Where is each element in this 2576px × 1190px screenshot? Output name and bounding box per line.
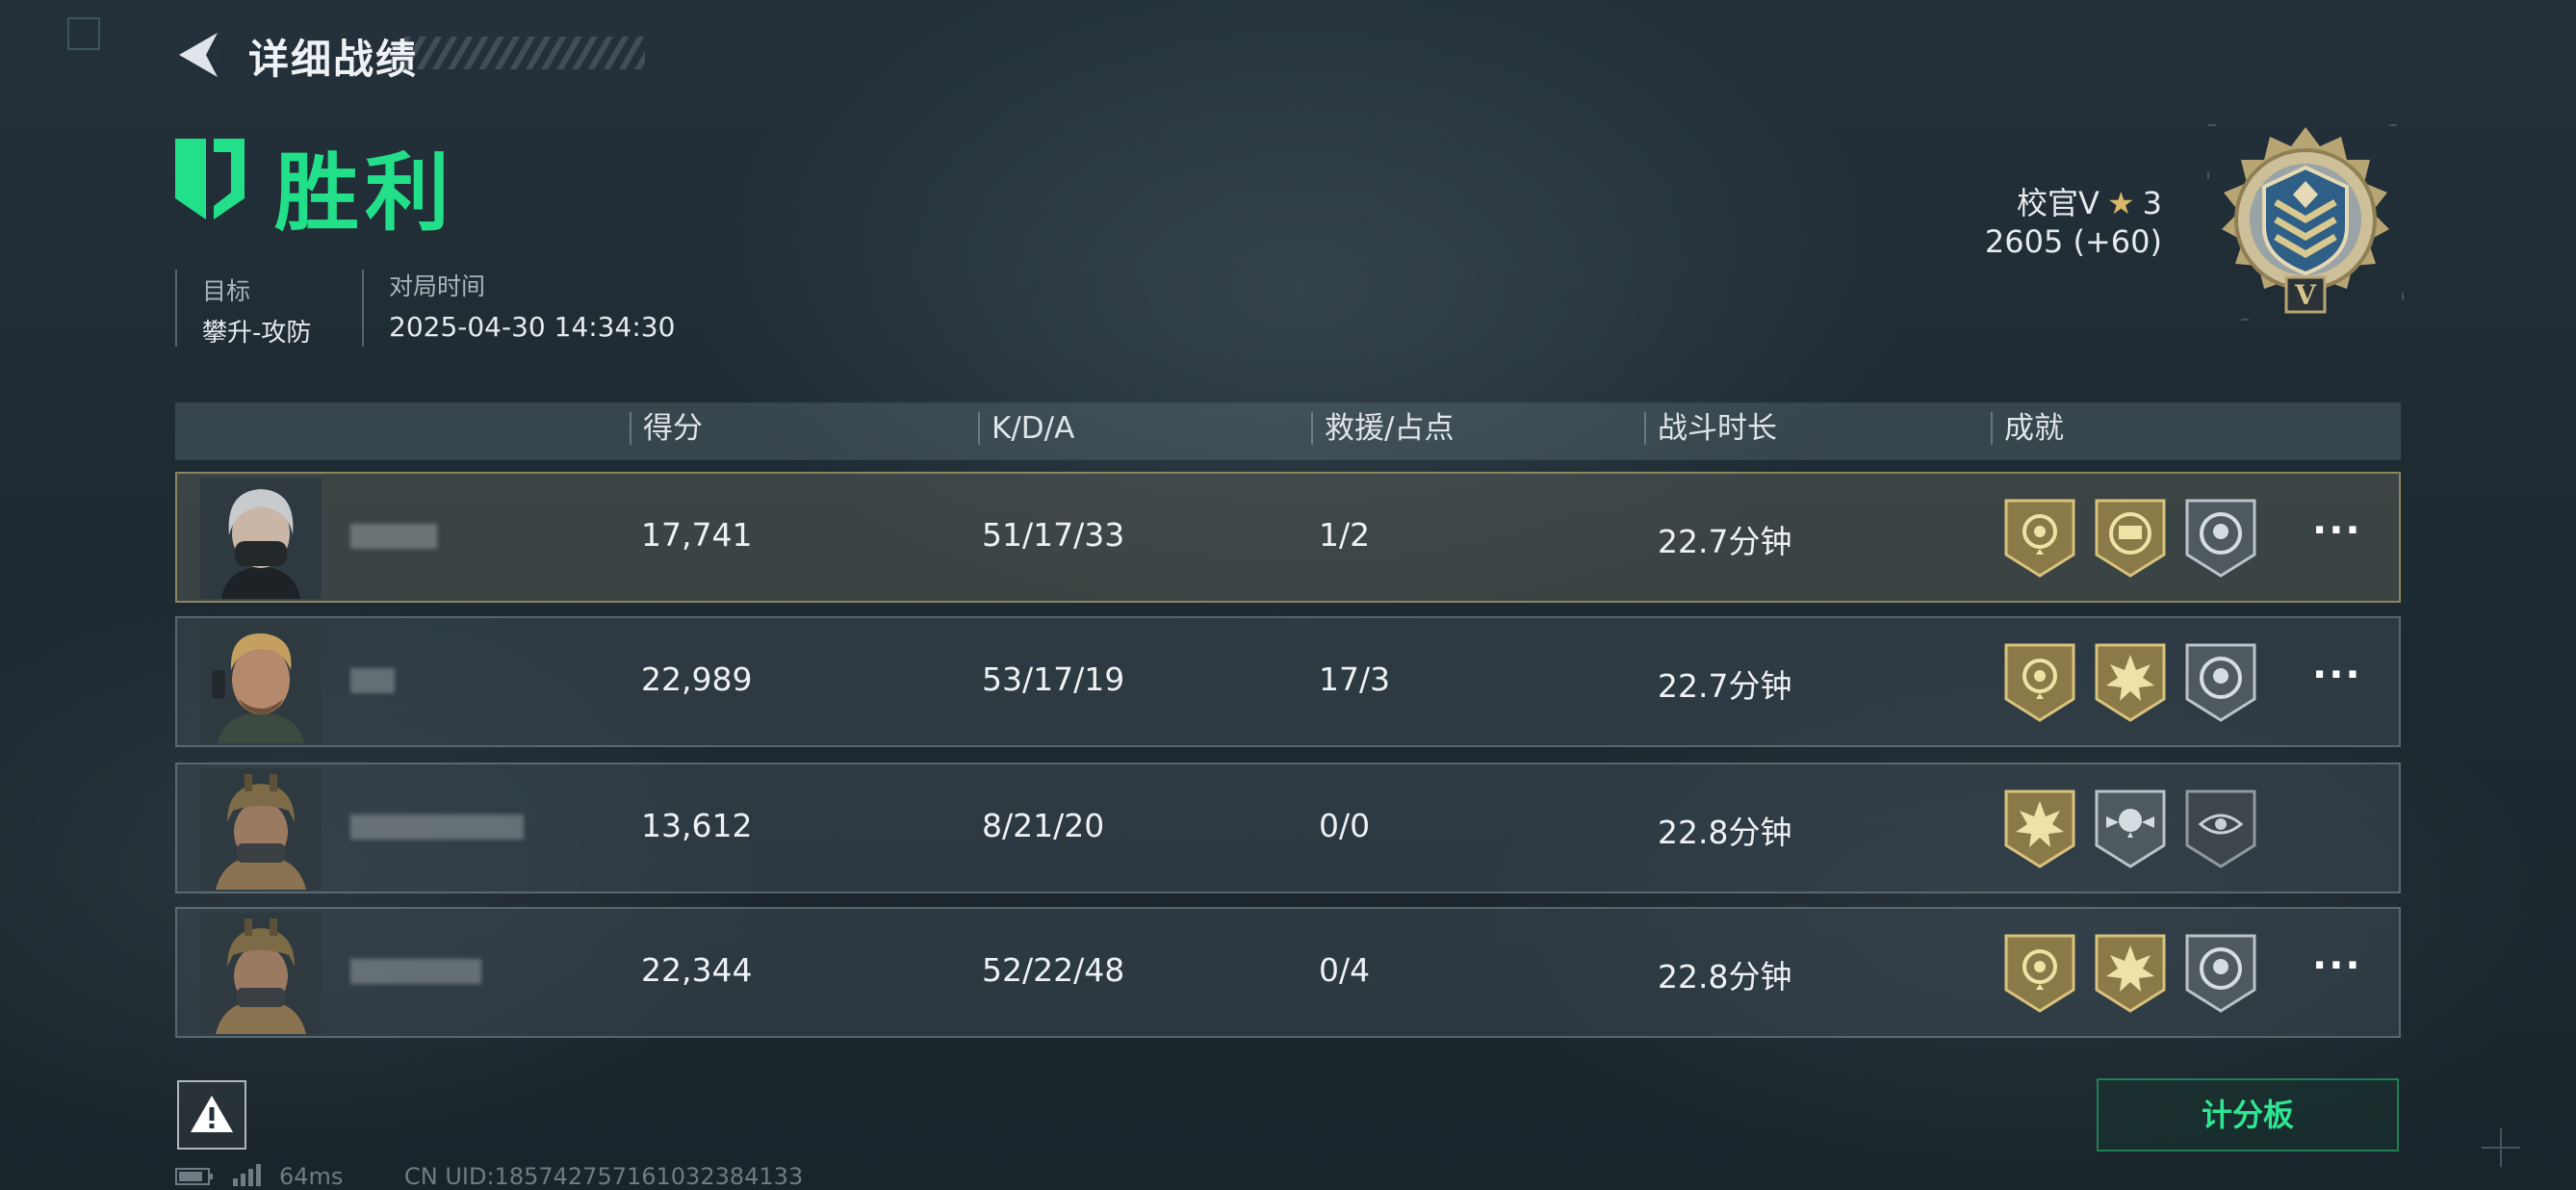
avatar[interactable] [200,768,322,890]
player-name-redacted [350,524,437,549]
column-header-score: 得分 [630,412,703,445]
scoreboard-button[interactable]: 计分板 [2097,1078,2399,1151]
rose-medal-icon[interactable] [2002,932,2077,1015]
rescue-value: 17/3 [1319,660,1391,698]
avatar[interactable] [200,622,322,743]
kda-value: 52/22/48 [982,951,1125,989]
meta-divider [362,270,364,347]
rescue-value: 0/0 [1319,807,1371,844]
table-row[interactable]: 17,741 51/17/33 1/2 22.7分钟 ··· [175,472,2401,603]
more-options-icon[interactable]: ··· [2312,508,2362,553]
column-header-achievements: 成就 [1991,412,2064,445]
kda-value: 53/17/19 [982,660,1125,698]
time-value: 2025-04-30 14:34:30 [389,311,676,343]
eye-target-medal-icon[interactable] [2183,788,2258,870]
avatar[interactable] [200,913,322,1034]
table-row[interactable]: 22,989 53/17/19 17/3 22.7分钟 ··· [175,616,2401,747]
rank-emblem-letter: V [2294,279,2317,311]
kda-value: 51/17/33 [982,516,1125,554]
rescue-value: 1/2 [1319,516,1371,554]
crosshair-decoration-icon [2480,1126,2522,1169]
score-value: 13,612 [641,807,753,844]
table-row[interactable]: 13,612 8/21/20 0/0 22.8分钟 [175,763,2401,893]
more-options-icon[interactable]: ··· [2312,944,2362,988]
back-arrow-icon[interactable] [173,29,231,81]
kda-value: 8/21/20 [982,807,1105,844]
duration-value: 22.7分钟 [1658,523,1792,560]
corner-frame [67,17,100,50]
title-stripe-decoration [404,37,645,69]
player-name-redacted [350,959,481,984]
result-label: 胜利 [274,143,456,243]
page-title: 详细战绩 [248,36,419,83]
skull-target-medal-icon[interactable] [2183,932,2258,1015]
rose-medal-icon[interactable] [2002,641,2077,724]
time-label: 对局时间 [389,272,486,300]
warning-icon [191,1096,233,1132]
skull-target-medal-icon[interactable] [2183,497,2258,580]
explosion-medal-icon[interactable] [2093,641,2168,724]
score-value: 22,344 [641,951,753,989]
explosion-medal-icon[interactable] [2002,788,2077,870]
player-uid: CN UID:185742757161032384133 [404,1163,804,1190]
column-header-kda: K/D/A [978,412,1074,445]
player-name-redacted [350,668,395,693]
star-icon: ★ [2106,185,2135,221]
duration-value: 22.7分钟 [1658,667,1792,705]
column-header-rescue: 救援/占点 [1311,412,1454,445]
ping-value: 64ms [279,1163,344,1190]
duration-value: 22.8分钟 [1658,814,1792,851]
signal-icon [231,1163,264,1186]
score-value: 17,741 [641,516,753,554]
table-header: 得分 K/D/A 救援/占点 战斗时长 成就 [175,402,2401,460]
rank-emblem-icon[interactable]: V [2206,123,2405,322]
report-button[interactable] [177,1080,246,1150]
skull-wings-medal-icon[interactable] [2093,788,2168,870]
score-value: 22,989 [641,660,753,698]
more-options-icon[interactable]: ··· [2312,653,2362,697]
meta-divider [175,270,177,347]
victory-shield-icon [171,135,248,223]
rose-medal-icon[interactable] [2002,497,2077,580]
target-label: 目标 [202,277,251,305]
avatar[interactable] [200,478,322,599]
rescue-value: 0/4 [1319,951,1371,989]
rank-level: 3 [2142,185,2162,221]
rank-title: 校官V ★ 3 [2017,179,2162,223]
player-name-redacted [350,815,524,840]
duration-value: 22.8分钟 [1658,958,1792,996]
target-value: 攀升-攻防 [202,319,312,348]
battery-icon [175,1167,214,1186]
table-row[interactable]: 22,344 52/22/48 0/4 22.8分钟 ··· [175,907,2401,1038]
explosion-medal-icon[interactable] [2093,932,2168,1015]
rank-score: 2605 (+60) [1984,223,2162,260]
mech-medal-icon[interactable] [2093,497,2168,580]
column-header-duration: 战斗时长 [1644,412,1777,445]
skull-target-medal-icon[interactable] [2183,641,2258,724]
rank-name: 校官V [2017,185,2099,221]
